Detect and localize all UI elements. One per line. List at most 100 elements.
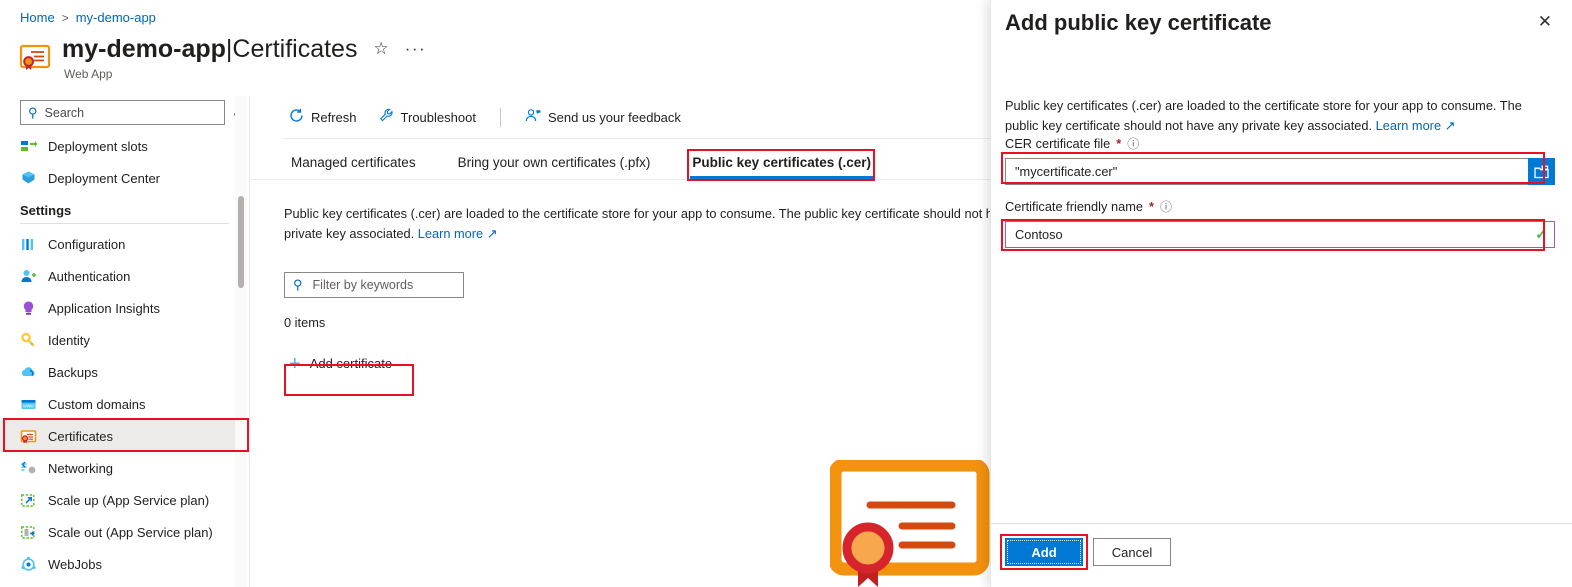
sidebar-scrollbar-thumb[interactable] xyxy=(238,196,244,288)
friendly-name-label: Certificate friendly name * ⓘ xyxy=(1005,198,1555,215)
sidebar-item-application-insights[interactable]: Application Insights xyxy=(0,292,249,324)
breadcrumb-current-link[interactable]: my-demo-app xyxy=(76,10,156,25)
friendly-name-label-text: Certificate friendly name xyxy=(1005,199,1143,214)
sidebar-item-label: Authentication xyxy=(48,268,131,284)
content-description: Public key certificates (.cer) are loade… xyxy=(251,180,1051,244)
send-feedback-button[interactable]: Send us your feedback xyxy=(525,108,681,126)
sidebar-item-label: Custom domains xyxy=(48,396,146,412)
sidebar-item-authentication[interactable]: Authentication xyxy=(0,260,249,292)
certificates-nav-highlight-box xyxy=(3,418,249,452)
scale-up-icon xyxy=(20,492,37,509)
troubleshoot-button[interactable]: Troubleshoot xyxy=(379,108,476,126)
toolbar-separator xyxy=(499,107,501,127)
sidebar-item-scale-up[interactable]: Scale up (App Service plan) xyxy=(0,484,249,516)
sidebar-item-label: Deployment slots xyxy=(48,138,148,154)
search-input[interactable] xyxy=(44,105,205,120)
favorite-star-icon[interactable]: ☆ xyxy=(373,34,388,64)
identity-icon xyxy=(20,332,37,349)
add-public-key-certificate-panel: Add public key certificate ✕ Public key … xyxy=(990,0,1572,587)
learn-more-link[interactable]: Learn more xyxy=(418,226,483,241)
troubleshoot-label: Troubleshoot xyxy=(400,109,476,125)
feedback-label: Send us your feedback xyxy=(547,109,681,125)
backups-icon xyxy=(20,364,37,381)
panel-title: Add public key certificate xyxy=(1005,10,1272,35)
sidebar-item-webjobs[interactable]: WebJobs xyxy=(0,548,249,580)
panel-footer-divider xyxy=(991,523,1572,524)
search-icon: ⚲ xyxy=(28,104,38,120)
custom-domains-icon: www xyxy=(20,396,37,413)
sidebar-item-custom-domains[interactable]: www Custom domains xyxy=(0,388,249,420)
panel-description: Public key certificates (.cer) are loade… xyxy=(1005,96,1541,136)
sidebar-item-label: Identity xyxy=(48,332,90,348)
sidebar-item-label: Configuration xyxy=(48,236,126,252)
sidebar-item-backups[interactable]: Backups xyxy=(0,356,249,388)
sidebar-item-label: WebJobs xyxy=(48,556,102,572)
resource-type-label: Web App xyxy=(64,67,113,81)
authentication-icon xyxy=(20,268,37,285)
sidebar-item-networking[interactable]: Networking xyxy=(0,452,249,484)
sidebar-section-settings: Settings xyxy=(20,203,72,218)
panel-learn-more-link[interactable]: Learn more xyxy=(1376,118,1441,133)
sidebar-item-label: Backups xyxy=(48,364,98,380)
feedback-person-icon xyxy=(525,108,541,126)
friendly-name-highlight-box xyxy=(1001,219,1545,251)
breadcrumb-separator: > xyxy=(61,10,69,25)
tab-bring-your-own-certificates[interactable]: Bring your own certificates (.pfx) xyxy=(456,155,653,179)
refresh-button[interactable]: Refresh xyxy=(289,108,357,126)
breadcrumb-home-link[interactable]: Home xyxy=(20,10,55,25)
external-link-icon: ↗ xyxy=(486,226,498,241)
info-icon[interactable]: ⓘ xyxy=(1127,135,1139,152)
certificates-page-icon xyxy=(18,40,52,74)
sidebar-item-scale-out[interactable]: Scale out (App Service plan) xyxy=(0,516,249,548)
sidebar-item-label: Application Insights xyxy=(48,300,161,316)
breadcrumb: Home > my-demo-app xyxy=(20,10,156,25)
application-insights-icon xyxy=(20,300,37,317)
scale-out-icon xyxy=(20,524,37,541)
svg-text:www: www xyxy=(23,403,34,409)
sidebar-item-identity[interactable]: Identity xyxy=(0,324,249,356)
filter-input[interactable] xyxy=(312,278,443,292)
tab-managed-certificates[interactable]: Managed certificates xyxy=(289,155,418,179)
cer-file-highlight-box xyxy=(1001,152,1545,184)
refresh-label: Refresh xyxy=(311,109,357,125)
search-box[interactable]: ⚲ xyxy=(20,100,226,125)
sidebar-item-label: Networking xyxy=(48,460,114,476)
sidebar-item-label: Scale up (App Service plan) xyxy=(48,492,210,508)
configuration-icon xyxy=(20,236,37,253)
page-title: my-demo-app|Certificates ☆ ··· xyxy=(62,34,426,64)
add-button-highlight-box xyxy=(1000,534,1088,570)
sidebar-divider xyxy=(20,223,229,224)
networking-icon xyxy=(20,460,37,477)
cer-file-label: CER certificate file * ⓘ xyxy=(1005,135,1555,152)
wrench-icon xyxy=(379,108,394,126)
sidebar-scrollbar-track[interactable] xyxy=(235,96,247,587)
deployment-center-icon xyxy=(20,170,37,187)
webjobs-icon xyxy=(20,556,37,573)
sidebar-item-label: Deployment Center xyxy=(48,170,160,186)
page-name: Certificates xyxy=(232,35,358,63)
sidebar-search-row: ⚲ « xyxy=(0,96,249,125)
content-description-text: Public key certificates (.cer) are loade… xyxy=(284,206,1038,241)
deployment-slots-icon xyxy=(20,138,37,155)
external-link-icon: ↗ xyxy=(1444,118,1456,133)
more-options-icon[interactable]: ··· xyxy=(405,40,426,57)
filter-box[interactable]: ⚲ xyxy=(284,272,464,298)
azure-portal-page: Home > my-demo-app my-demo-app|Certifica… xyxy=(0,0,1572,587)
sidebar-item-deployment-center[interactable]: Deployment Center xyxy=(0,162,249,194)
required-asterisk: * xyxy=(1148,199,1154,214)
search-icon: ⚲ xyxy=(293,277,303,292)
cer-file-label-text: CER certificate file xyxy=(1005,136,1111,151)
add-certificate-highlight-box xyxy=(284,364,414,396)
sidebar-item-deployment-slots[interactable]: Deployment slots xyxy=(0,130,249,162)
sidebar-item-label: Scale out (App Service plan) xyxy=(48,524,213,540)
info-icon[interactable]: ⓘ xyxy=(1160,198,1172,215)
sidebar-item-configuration[interactable]: Configuration xyxy=(0,228,249,260)
cancel-button[interactable]: Cancel xyxy=(1093,538,1171,566)
sidebar-nav-list: Deployment slots Deployment Center Setti… xyxy=(0,130,249,580)
sidebar: ⚲ « Deployment slots xyxy=(0,96,250,587)
certificate-illustration xyxy=(828,458,990,587)
close-icon[interactable]: ✕ xyxy=(1538,13,1552,30)
resource-name: my-demo-app xyxy=(62,35,226,63)
refresh-icon xyxy=(289,108,304,126)
page-title-row: my-demo-app|Certificates ☆ ··· Web App xyxy=(18,34,426,81)
